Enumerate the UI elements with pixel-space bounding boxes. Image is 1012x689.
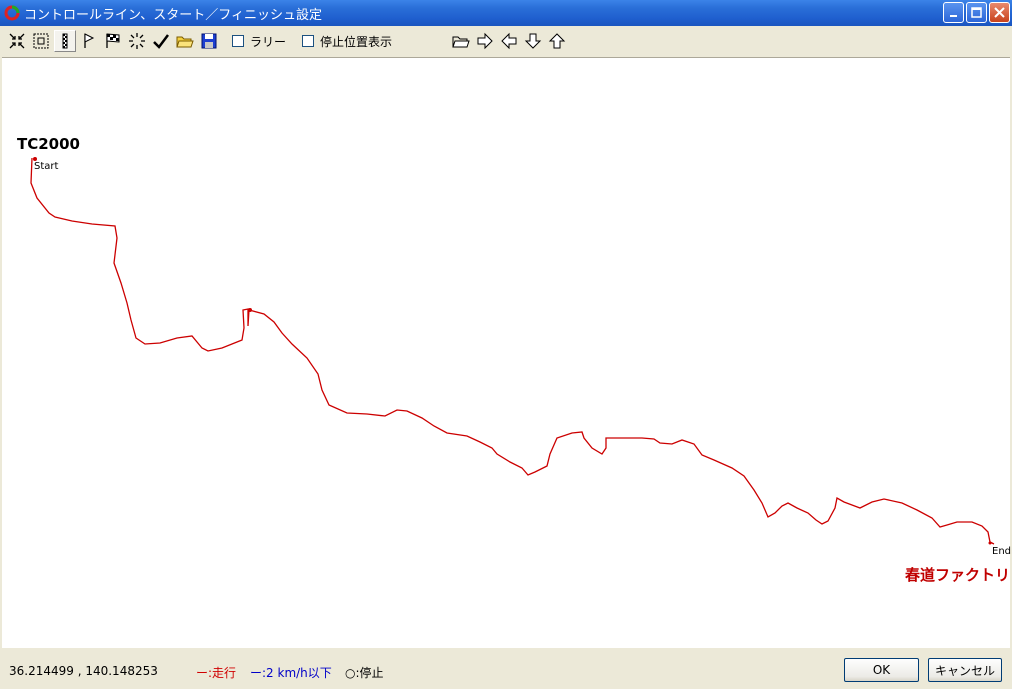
load-button[interactable] bbox=[450, 30, 472, 52]
track-map[interactable]: TC2000 Start End 春道ファクトリ bbox=[2, 57, 1012, 648]
sparkle-button[interactable] bbox=[126, 30, 148, 52]
arrow-left-icon bbox=[501, 32, 517, 50]
legend-stopped: ○:停止 bbox=[345, 666, 384, 680]
open-button[interactable] bbox=[174, 30, 196, 52]
maximize-icon bbox=[971, 7, 982, 18]
control-line-icon bbox=[62, 33, 68, 49]
close-button[interactable] bbox=[989, 2, 1010, 23]
ok-button[interactable]: OK bbox=[844, 658, 919, 682]
fit-button[interactable] bbox=[30, 30, 52, 52]
end-label: End bbox=[992, 546, 1012, 557]
checkmark-icon bbox=[153, 34, 169, 49]
finish-flag-button[interactable] bbox=[102, 30, 124, 52]
start-flag-icon bbox=[84, 33, 95, 48]
legend-slow: ー:2 km/h以下 bbox=[250, 666, 332, 680]
finish-flag-icon bbox=[106, 33, 120, 48]
window-title: コントロールライン、スタート／フィニッシュ設定 bbox=[24, 7, 322, 23]
end-location-name: 春道ファクトリ bbox=[905, 566, 1011, 584]
fit-icon bbox=[33, 33, 49, 49]
status-bar: 36.214499 , 140.148253 ー:走行 ー:2 km/h以下 ○… bbox=[0, 650, 1012, 689]
maximize-button[interactable] bbox=[966, 2, 987, 23]
control-line-button[interactable] bbox=[54, 30, 76, 52]
start-label: Start bbox=[34, 161, 59, 172]
minimize-button[interactable] bbox=[943, 2, 964, 23]
end-marker bbox=[988, 541, 992, 545]
pan-right-button[interactable] bbox=[474, 30, 496, 52]
coordinate-readout: 36.214499 , 140.148253 bbox=[9, 664, 158, 678]
arrow-down-icon bbox=[524, 33, 542, 49]
stop-display-checkbox-group[interactable]: 停止位置表示 bbox=[302, 33, 392, 50]
start-location-name: TC2000 bbox=[17, 135, 80, 153]
title-bar[interactable]: コントロールライン、スタート／フィニッシュ設定 bbox=[0, 0, 1012, 26]
stop-display-checkbox[interactable] bbox=[302, 35, 315, 47]
check-button[interactable] bbox=[150, 30, 172, 52]
save-button[interactable] bbox=[198, 30, 220, 52]
rally-label: ラリー bbox=[250, 34, 287, 49]
toolbar: ラリー 停止位置表示 bbox=[0, 26, 1012, 56]
minimize-icon bbox=[949, 14, 957, 17]
open-folder-outline-icon bbox=[452, 36, 470, 48]
sparkle-icon bbox=[129, 33, 145, 49]
arrow-right-icon bbox=[477, 32, 493, 50]
app-icon bbox=[4, 5, 20, 21]
legend-running: ー:走行 bbox=[196, 666, 237, 680]
shrink-icon bbox=[9, 33, 25, 49]
rally-checkbox[interactable] bbox=[232, 35, 244, 47]
arrow-up-icon bbox=[548, 33, 566, 49]
start-flag-button[interactable] bbox=[78, 30, 100, 52]
stop-display-label: 停止位置表示 bbox=[320, 34, 393, 49]
rally-checkbox-group[interactable]: ラリー bbox=[232, 33, 286, 50]
save-disk-icon bbox=[201, 33, 217, 49]
close-icon bbox=[994, 7, 1005, 18]
cancel-button[interactable]: キャンセル bbox=[928, 658, 1002, 682]
pan-down-button[interactable] bbox=[522, 30, 544, 52]
pan-up-button[interactable] bbox=[546, 30, 568, 52]
open-folder-icon bbox=[176, 36, 194, 48]
shrink-button[interactable] bbox=[6, 30, 28, 52]
track-svg bbox=[30, 157, 995, 545]
pan-left-button[interactable] bbox=[498, 30, 520, 52]
track-line bbox=[30, 157, 995, 545]
waypoint-marker bbox=[248, 308, 252, 312]
